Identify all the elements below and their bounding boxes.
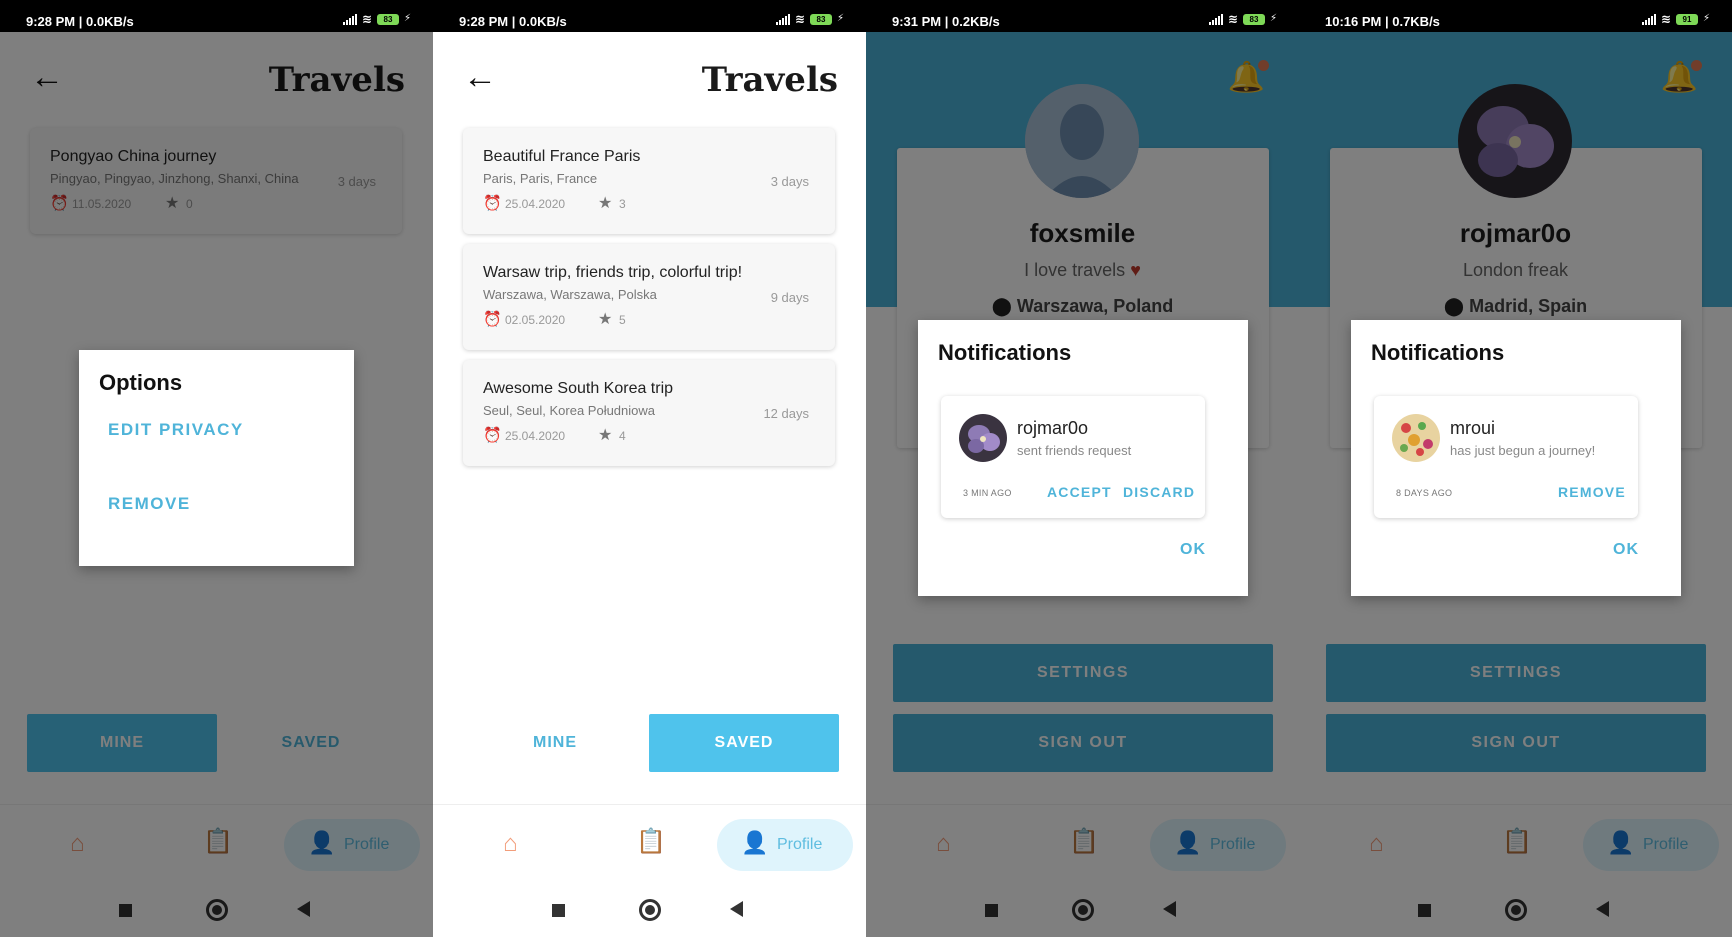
- wifi-icon: ≋: [361, 12, 372, 26]
- notifications-dialog: Notifications mroui has just begun a jou…: [1351, 320, 1681, 596]
- food-photo-icon: [1392, 414, 1440, 462]
- status-bar: 9:28 PM | 0.0KB/s ≋ 83 ⚡: [0, 0, 433, 32]
- alarm-clock-icon: ⏰: [483, 427, 502, 444]
- battery-icon: 83: [1242, 13, 1265, 25]
- status-bar: 9:31 PM | 0.2KB/s ≋ 83 ⚡: [866, 0, 1299, 32]
- trip-date: 02.05.2020: [505, 313, 566, 327]
- status-time: 9:31 PM | 0.2KB/s: [892, 14, 1000, 29]
- notification-card: mroui has just begun a journey! 8 DAYS A…: [1374, 396, 1638, 518]
- screen-profile-friend-request: 9:31 PM | 0.2KB/s ≋ 83 ⚡ 🔔 foxsmile I lo…: [866, 0, 1299, 937]
- trip-card[interactable]: Warsaw trip, friends trip, colorful trip…: [463, 244, 835, 350]
- options-dialog: Options EDIT PRIVACY REMOVE: [79, 350, 354, 566]
- signal-icon: [1208, 13, 1223, 25]
- notification-time: 3 MIN AGO: [963, 488, 1012, 498]
- status-time: 9:28 PM | 0.0KB/s: [26, 14, 134, 29]
- status-time: 10:16 PM | 0.7KB/s: [1325, 14, 1440, 29]
- trip-card[interactable]: Beautiful France Paris Paris, Paris, Fra…: [463, 128, 835, 234]
- signal-icon: [342, 13, 357, 25]
- charging-icon: ⚡: [1702, 13, 1710, 24]
- remove-button[interactable]: REMOVE: [1558, 484, 1626, 500]
- recents-icon[interactable]: [552, 904, 565, 917]
- page-title: Travels: [701, 60, 838, 100]
- nav-profile-label: Profile: [777, 836, 823, 853]
- trip-stars: 3: [619, 197, 626, 211]
- trip-place: Paris, Paris, France: [483, 171, 598, 186]
- trip-date: 25.04.2020: [505, 429, 566, 443]
- charging-icon: ⚡: [403, 13, 411, 24]
- person-icon: 👤: [741, 830, 769, 855]
- trip-name: Warsaw trip, friends trip, colorful trip…: [483, 264, 743, 281]
- bottom-nav: ⌂ 📋 👤 Profile: [433, 804, 866, 886]
- trip-stars: 5: [619, 313, 626, 327]
- notifications-title: Notifications: [1371, 340, 1505, 365]
- accept-button[interactable]: ACCEPT: [1047, 484, 1112, 500]
- notification-avatar: [1392, 414, 1440, 462]
- home-icon[interactable]: ⌂: [503, 830, 518, 858]
- screen-travels-options: 9:28 PM | 0.0KB/s ≋ 83 ⚡ ← Travels Pongy…: [0, 0, 433, 937]
- notification-user: rojmar0o: [1017, 418, 1089, 438]
- signal-icon: [775, 13, 790, 25]
- options-title: Options: [99, 370, 183, 395]
- trip-stars: 4: [619, 429, 626, 443]
- battery-icon: 83: [376, 13, 399, 25]
- alarm-clock-icon: ⏰: [483, 195, 502, 212]
- system-home-icon[interactable]: [639, 899, 661, 921]
- system-back-icon[interactable]: [730, 901, 743, 917]
- ok-button[interactable]: OK: [1180, 541, 1206, 559]
- clipboard-icon[interactable]: 📋: [636, 827, 666, 856]
- battery-icon: 91: [1675, 13, 1698, 25]
- wifi-icon: ≋: [1227, 12, 1238, 26]
- remove-option[interactable]: REMOVE: [108, 494, 191, 514]
- trip-duration: 3 days: [770, 174, 809, 189]
- trip-date: 25.04.2020: [505, 197, 566, 211]
- wifi-icon: ≋: [1660, 12, 1671, 26]
- trip-name: Beautiful France Paris: [483, 148, 641, 165]
- notification-user: mroui: [1450, 418, 1496, 438]
- notification-avatar: [959, 414, 1007, 462]
- status-bar: 9:28 PM | 0.0KB/s ≋ 83 ⚡: [433, 0, 866, 32]
- edit-privacy-option[interactable]: EDIT PRIVACY: [108, 420, 244, 440]
- star-icon: ★: [598, 427, 613, 444]
- nav-profile[interactable]: 👤 Profile: [717, 819, 853, 871]
- wifi-icon: ≋: [794, 12, 805, 26]
- trip-duration: 9 days: [770, 290, 809, 305]
- notification-card: rojmar0o sent friends request 3 MIN AGO …: [941, 396, 1205, 518]
- notification-time: 8 DAYS AGO: [1396, 488, 1453, 498]
- status-time: 9:28 PM | 0.0KB/s: [459, 14, 567, 29]
- charging-icon: ⚡: [1269, 13, 1277, 24]
- screen-travels-saved: 9:28 PM | 0.0KB/s ≋ 83 ⚡ ← Travels Beaut…: [433, 0, 866, 937]
- saved-tab[interactable]: SAVED: [649, 714, 839, 772]
- ok-button[interactable]: OK: [1613, 541, 1639, 559]
- notifications-dialog: Notifications rojmar0o sent friends requ…: [918, 320, 1248, 596]
- trip-name: Awesome South Korea trip: [483, 380, 674, 397]
- battery-icon: 83: [809, 13, 832, 25]
- star-icon: ★: [598, 311, 613, 328]
- charging-icon: ⚡: [836, 13, 844, 24]
- trip-card[interactable]: Awesome South Korea trip Seul, Seul, Kor…: [463, 360, 835, 466]
- notification-message: has just begun a journey!: [1450, 443, 1596, 458]
- trip-place: Warszawa, Warszawa, Polska: [483, 287, 657, 302]
- alarm-clock-icon: ⏰: [483, 311, 502, 328]
- back-arrow-icon[interactable]: ←: [463, 60, 497, 94]
- discard-button[interactable]: DISCARD: [1123, 484, 1195, 500]
- trip-duration: 12 days: [763, 406, 809, 421]
- mine-tab[interactable]: MINE: [460, 714, 650, 772]
- system-nav: [433, 886, 866, 937]
- signal-icon: [1641, 13, 1656, 25]
- notification-message: sent friends request: [1017, 443, 1132, 458]
- flower-photo-icon: [959, 414, 1007, 462]
- trip-place: Seul, Seul, Korea Południowa: [483, 403, 656, 418]
- status-bar: 10:16 PM | 0.7KB/s ≋ 91 ⚡: [1299, 0, 1732, 32]
- screen-profile-journey-notification: 10:16 PM | 0.7KB/s ≋ 91 ⚡ 🔔 rojmar0o Lon…: [1299, 0, 1732, 937]
- notifications-title: Notifications: [938, 340, 1072, 365]
- star-icon: ★: [598, 195, 613, 212]
